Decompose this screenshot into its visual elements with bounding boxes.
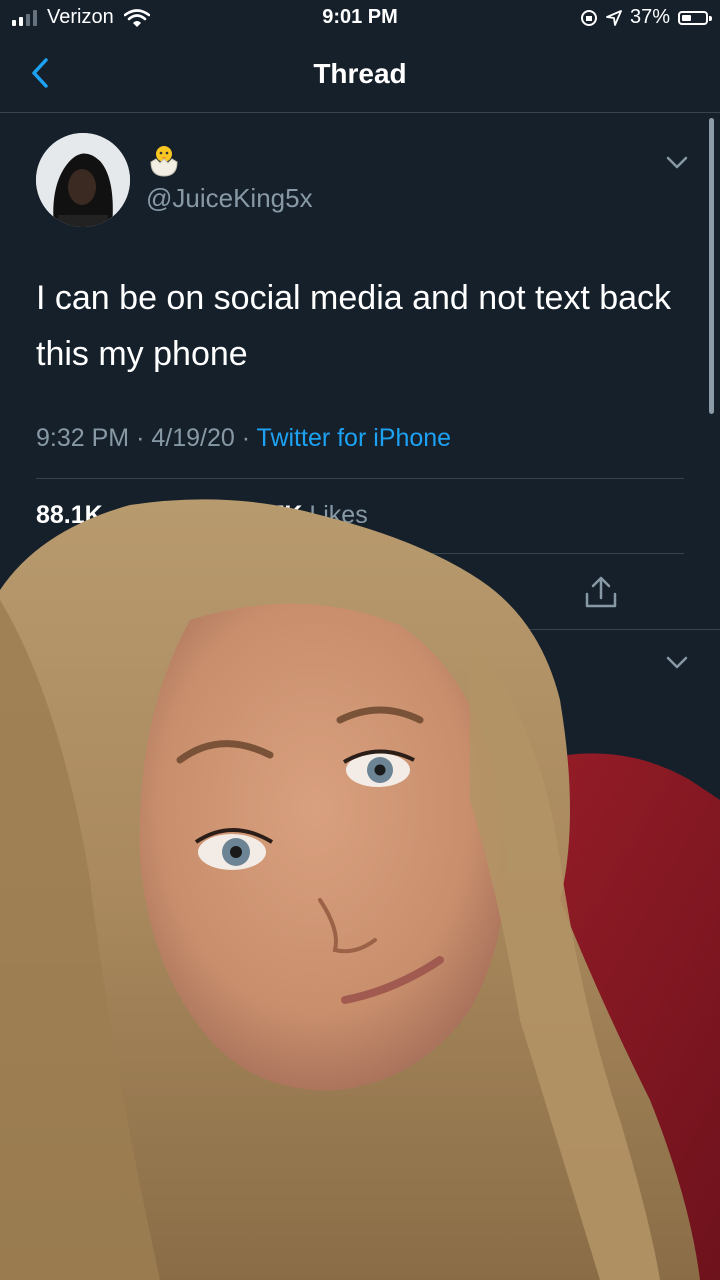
overlay-photo	[0, 499, 720, 1280]
